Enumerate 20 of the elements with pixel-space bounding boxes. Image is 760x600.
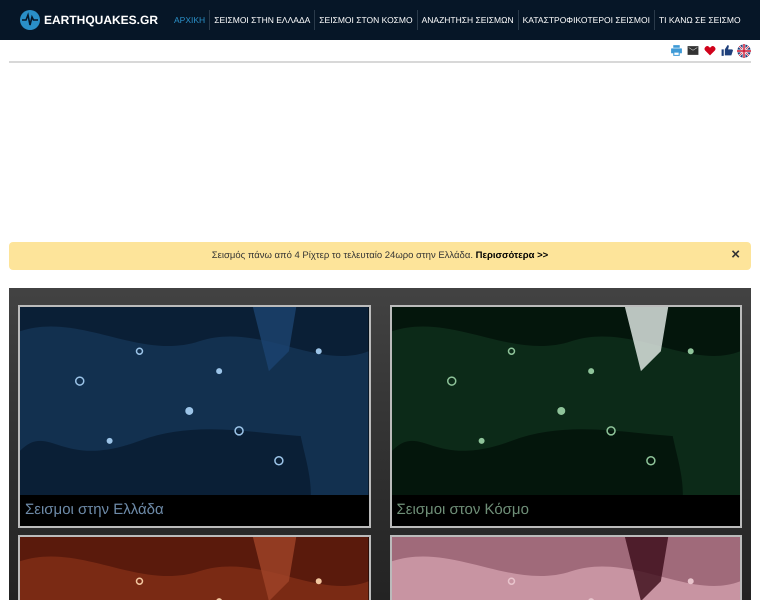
print-icon[interactable]	[670, 44, 683, 57]
nav-link[interactable]: ΤΙ ΚΑΝΩ ΣΕ ΣΕΙΣΜΟ	[654, 10, 745, 30]
seismograph-logo-icon	[20, 10, 40, 30]
british-flag-icon[interactable]	[737, 44, 751, 58]
close-button[interactable]: ×	[731, 247, 740, 262]
map-tile[interactable]: Σεισμοι στον Κόσμο	[390, 305, 742, 528]
site-logo[interactable]: EARTHQUAKES.GR	[44, 11, 158, 29]
nav-link[interactable]: ΑΝΑΖΗΤΗΣΗ ΣΕΙΣΜΩΝ	[416, 10, 518, 30]
email-icon[interactable]	[686, 44, 700, 57]
nav-link[interactable]: ΣΕΙΣΜΟΙ ΣΤΗΝ ΕΛΛΑΔΑ	[209, 10, 314, 30]
heart-icon[interactable]	[703, 44, 717, 57]
map-tile[interactable]: Σεισμοι στην Ελλάδα	[18, 305, 370, 528]
nav-link[interactable]: ΣΕΙΣΜΟΙ ΣΤΟΝ ΚΟΣΜΟ	[314, 10, 417, 30]
more-link[interactable]: Περισσότερα >>	[476, 250, 548, 261]
alert-message: Σεισμός πάνω από 4 Ρίχτερ το τελευταίο 24ωρο στην Ελλάδα. Περισσότερα >>	[212, 248, 548, 263]
nav-link[interactable]: ΑΡΧΙΚΗ	[170, 10, 210, 30]
tile-caption: Σεισμοι στον Κόσμο	[396, 500, 529, 520]
thumbs-up-icon[interactable]	[720, 44, 734, 57]
tile-caption: Σεισμοι στην Ελλάδα	[25, 500, 164, 520]
nav-link[interactable]: ΚΑΤΑΣΤΡΟΦΙΚΟΤΕΡΟΙ ΣΕΙΣΜΟΙ	[518, 10, 654, 30]
